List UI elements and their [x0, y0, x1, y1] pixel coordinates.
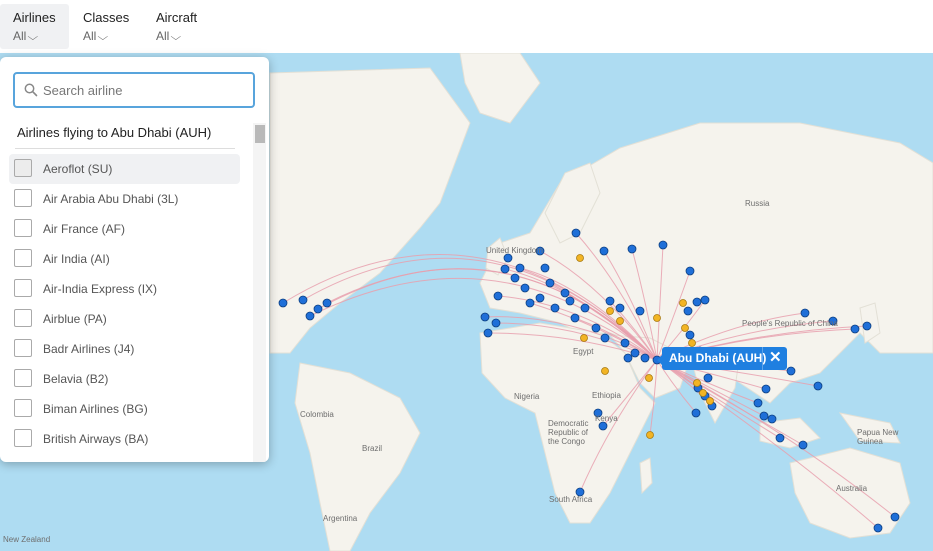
filter-aircraft-value: All [156, 29, 170, 43]
filter-bar: Airlines All⌵ Classes All⌵ Aircraft All⌵ [0, 0, 933, 53]
filter-classes-label: Classes [83, 10, 130, 25]
filter-aircraft[interactable]: Aircraft All⌵ [143, 4, 218, 49]
checkbox[interactable] [14, 399, 32, 417]
scrollbar-thumb[interactable] [255, 125, 265, 143]
map-label-egypt: Egypt [573, 347, 594, 356]
checkbox[interactable] [14, 369, 32, 387]
filter-airlines-value: All [13, 29, 27, 43]
map-label-drc: Democratic Republic of the Congo [548, 419, 589, 446]
airline-dropdown: Airlines flying to Abu Dhabi (AUH) Aerof… [0, 57, 269, 462]
filter-airlines[interactable]: Airlines All⌵ [0, 4, 69, 49]
airline-option[interactable]: Air Arabia Abu Dhabi (3L) [9, 184, 240, 214]
checkbox[interactable] [14, 279, 32, 297]
divider [15, 148, 235, 149]
close-icon[interactable]: ✕ [769, 348, 782, 366]
search-input[interactable] [43, 74, 243, 106]
airline-option[interactable]: Aeroflot (SU) [9, 154, 240, 184]
map-label-png: Papua New Guinea [857, 428, 899, 446]
checkbox[interactable] [14, 429, 32, 447]
chevron-down-icon: ⌵ [27, 32, 39, 43]
search-icon [24, 83, 38, 97]
search-box [13, 72, 255, 108]
chevron-down-icon: ⌵ [97, 32, 109, 43]
map-label-ethiopia: Ethiopia [592, 391, 621, 400]
destination-tooltip: Abu Dhabi (AUH) ✕ [657, 347, 787, 370]
airline-option-label: Badr Airlines (J4) [43, 342, 135, 356]
map-label-russia: Russia [745, 199, 770, 208]
airline-option-label: British Airways (BA) [43, 432, 149, 446]
airline-option-label: Air India (AI) [43, 252, 110, 266]
land [269, 53, 933, 551]
checkbox[interactable] [14, 189, 32, 207]
tooltip-divider [762, 347, 763, 370]
map-label-nigeria: Nigeria [514, 392, 540, 401]
scrollbar[interactable] [253, 123, 266, 462]
airline-option[interactable]: Belavia (B2) [9, 364, 240, 394]
filter-aircraft-label: Aircraft [156, 10, 198, 25]
map-label-uk: United Kingdom [486, 246, 543, 255]
filter-classes[interactable]: Classes All⌵ [70, 4, 140, 49]
airline-option-label: Air-India Express (IX) [43, 282, 158, 296]
map-label-australia: Australia [836, 484, 868, 493]
tooltip-pointer [657, 355, 662, 365]
airline-option-label: Aeroflot (SU) [43, 162, 113, 176]
map-label-brazil: Brazil [362, 444, 383, 453]
checkbox[interactable] [14, 339, 32, 357]
airline-option[interactable]: Badr Airlines (J4) [9, 334, 240, 364]
map-label-kenya: Kenya [595, 414, 618, 423]
chevron-down-icon: ⌵ [170, 32, 182, 43]
airline-option-label: Belavia (B2) [43, 372, 109, 386]
airline-option[interactable]: Air-India Express (IX) [9, 274, 240, 304]
panel-title: Airlines flying to Abu Dhabi (AUH) [17, 125, 212, 140]
map-label-colombia: Colombia [300, 410, 334, 419]
airline-option-label: Air France (AF) [43, 222, 126, 236]
map-label-argentina: Argentina [323, 514, 358, 523]
checkbox[interactable] [14, 309, 32, 327]
airline-option-label: Biman Airlines (BG) [43, 402, 148, 416]
airline-list: Aeroflot (SU) Air Arabia Abu Dhabi (3L) … [0, 154, 253, 454]
checkbox[interactable] [14, 159, 32, 177]
checkbox[interactable] [14, 249, 32, 267]
map-label-new-zealand: New Zealand [3, 535, 51, 544]
airline-option[interactable]: Air France (AF) [9, 214, 240, 244]
airline-option[interactable]: British Airways (BA) [9, 424, 240, 454]
airline-option[interactable]: Air India (AI) [9, 244, 240, 274]
map-label-china: People's Republic of China [742, 319, 838, 328]
tooltip-label: Abu Dhabi (AUH) [669, 351, 767, 365]
checkbox[interactable] [14, 219, 32, 237]
map-label-south-africa: South Africa [549, 495, 593, 504]
filter-classes-value: All [83, 29, 97, 43]
airline-option[interactable]: Biman Airlines (BG) [9, 394, 240, 424]
airline-option[interactable]: Airblue (PA) [9, 304, 240, 334]
airline-option-label: Airblue (PA) [43, 312, 107, 326]
filter-airlines-label: Airlines [13, 10, 56, 25]
airline-option-label: Air Arabia Abu Dhabi (3L) [43, 192, 179, 206]
